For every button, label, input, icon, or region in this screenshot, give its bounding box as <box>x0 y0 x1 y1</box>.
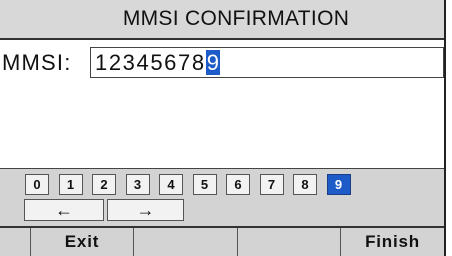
key-digit-0[interactable]: 0 <box>25 174 49 195</box>
mmsi-label: MMSI: <box>2 50 72 75</box>
finish-button[interactable]: Finish <box>340 228 444 256</box>
arrow-row: ← → <box>24 199 184 221</box>
key-digit-1[interactable]: 1 <box>58 174 83 195</box>
key-digit-4[interactable]: 4 <box>159 174 183 195</box>
key-digit-2[interactable]: 2 <box>92 174 116 195</box>
digit-row: 0 1 2 3 4 5 6 7 8 9 <box>25 174 351 195</box>
radio-screen: MMSI CONFIRMATION MMSI: 123456789 0 1 2 … <box>0 0 446 256</box>
right-arrow-button[interactable]: → <box>107 199 184 221</box>
mmsi-value: 12345678 <box>95 50 206 75</box>
key-digit-5[interactable]: 5 <box>192 174 217 195</box>
page-title: MMSI CONFIRMATION <box>0 0 444 40</box>
mmsi-input[interactable]: 123456789 <box>90 47 444 78</box>
digit-keypad: 0 1 2 3 4 5 6 7 8 9 ← → <box>0 168 444 226</box>
key-digit-3[interactable]: 3 <box>125 174 150 195</box>
softkey-blank-left <box>0 228 30 256</box>
key-digit-9[interactable]: 9 <box>326 174 351 195</box>
key-digit-7[interactable]: 7 <box>259 174 284 195</box>
softkey-blank-3[interactable] <box>237 228 340 256</box>
mmsi-cursor-char: 9 <box>205 50 220 75</box>
softkey-bar: Exit Finish <box>0 226 444 256</box>
softkey-blank-2[interactable] <box>133 228 237 256</box>
key-digit-8[interactable]: 8 <box>293 174 317 195</box>
exit-button[interactable]: Exit <box>30 228 133 256</box>
left-arrow-button[interactable]: ← <box>24 199 104 221</box>
key-digit-6[interactable]: 6 <box>226 174 250 195</box>
